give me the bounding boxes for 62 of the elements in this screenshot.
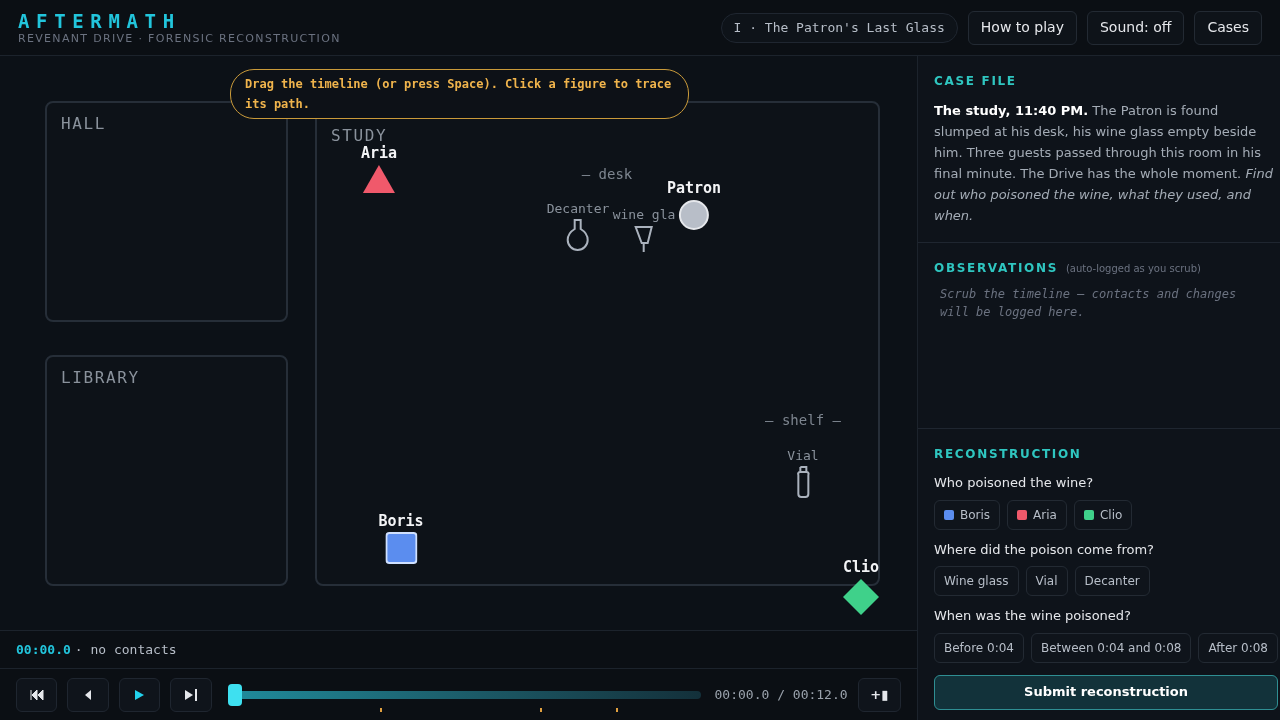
object-label: wine gla xyxy=(612,207,676,222)
question-text: Who poisoned the wine? xyxy=(934,474,1095,492)
figure-name: Aria xyxy=(360,145,398,162)
triangle-figure[interactable] xyxy=(362,164,396,194)
skip-end-icon xyxy=(183,688,198,701)
observations-empty-message: Scrub the timeline — contacts and changes will be logged here. xyxy=(939,286,1238,321)
event-tick xyxy=(380,707,383,712)
object-label: Decanter xyxy=(546,201,610,216)
question-text: When was the wine poisoned? xyxy=(934,607,1132,625)
section-heading: CASE FILE xyxy=(934,73,1018,90)
header-button[interactable]: Cases xyxy=(1194,10,1262,45)
step-back-icon xyxy=(84,689,93,700)
figure-name: Patron xyxy=(666,180,722,197)
diamond-figure[interactable] xyxy=(842,578,880,616)
submit-button[interactable]: Submit reconstruction xyxy=(934,674,1278,710)
figure-name: Boris xyxy=(378,513,424,530)
flask-icon xyxy=(565,218,591,252)
skip-end-button[interactable] xyxy=(170,677,212,712)
room-label: STUDY xyxy=(331,127,388,145)
log-text: · no contacts xyxy=(74,640,177,659)
room-label: HALL xyxy=(61,115,106,133)
answer-option[interactable]: Vial xyxy=(1025,566,1068,596)
answer-option[interactable]: Wine glass xyxy=(934,566,1019,596)
event-tick xyxy=(615,707,618,712)
square-figure[interactable] xyxy=(385,532,417,564)
answer-option[interactable]: Clio xyxy=(1073,499,1133,530)
zone-label: – shelf – xyxy=(765,411,841,430)
event-tick xyxy=(540,707,543,712)
section-heading: OBSERVATIONS xyxy=(934,260,1058,277)
zoom-button[interactable]: +▮ xyxy=(857,677,901,712)
circle-figure[interactable] xyxy=(678,199,710,231)
answer-option[interactable]: Between 0:04 and 0:08 xyxy=(1031,632,1192,663)
play-icon xyxy=(135,689,144,700)
time-readout: 00:00.0 / 00:12.0 xyxy=(714,685,848,704)
glass-icon xyxy=(633,224,655,254)
log-time: 00:00.0 xyxy=(16,640,71,659)
header-button[interactable]: How to play xyxy=(967,10,1077,45)
case-title-chip: I · The Patron's Last Glass xyxy=(720,12,958,43)
heading-note: (auto-logged as you scrub) xyxy=(1065,262,1201,276)
app-subtitle: REVENANT DRIVE · FORENSIC RECONSTRUCTION xyxy=(18,31,341,46)
timeline-handle[interactable] xyxy=(227,683,242,706)
answer-option[interactable]: After 0:08 xyxy=(1198,632,1278,663)
timeline-track[interactable] xyxy=(229,683,701,706)
question-text: Where did the poison come from? xyxy=(934,540,1155,559)
vial-icon xyxy=(795,465,811,499)
header-button[interactable]: Sound: off xyxy=(1086,10,1185,45)
section-heading: RECONSTRUCTION xyxy=(934,446,1083,463)
answer-option[interactable]: Before 0:04 xyxy=(934,632,1024,663)
skip-back-button[interactable] xyxy=(16,677,58,712)
play-button[interactable] xyxy=(118,677,161,712)
answer-option[interactable]: Decanter xyxy=(1074,566,1150,596)
zone-label: – desk xyxy=(581,165,633,184)
object-label: Vial xyxy=(787,448,819,463)
step-back-button[interactable] xyxy=(67,677,109,712)
app-title: AFTERMATH xyxy=(18,9,182,32)
skip-back-icon xyxy=(29,689,44,700)
room-label: LIBRARY xyxy=(61,369,140,387)
figure-name: Clio xyxy=(842,559,880,576)
answer-option[interactable]: Aria xyxy=(1007,499,1067,530)
case-description: The study, 11:40 PM. The Patron is found slumped at his desk, his wine glass empty beside him. Three guests passed through this room in his final minute. The Drive has the whole moment. Find out who poisoned the wine, what they used, and when. xyxy=(934,102,1274,225)
answer-option[interactable]: Boris xyxy=(934,499,1001,530)
hint-banner: Drag the timeline (or press Space). Click a figure to trace its path. xyxy=(230,69,689,119)
